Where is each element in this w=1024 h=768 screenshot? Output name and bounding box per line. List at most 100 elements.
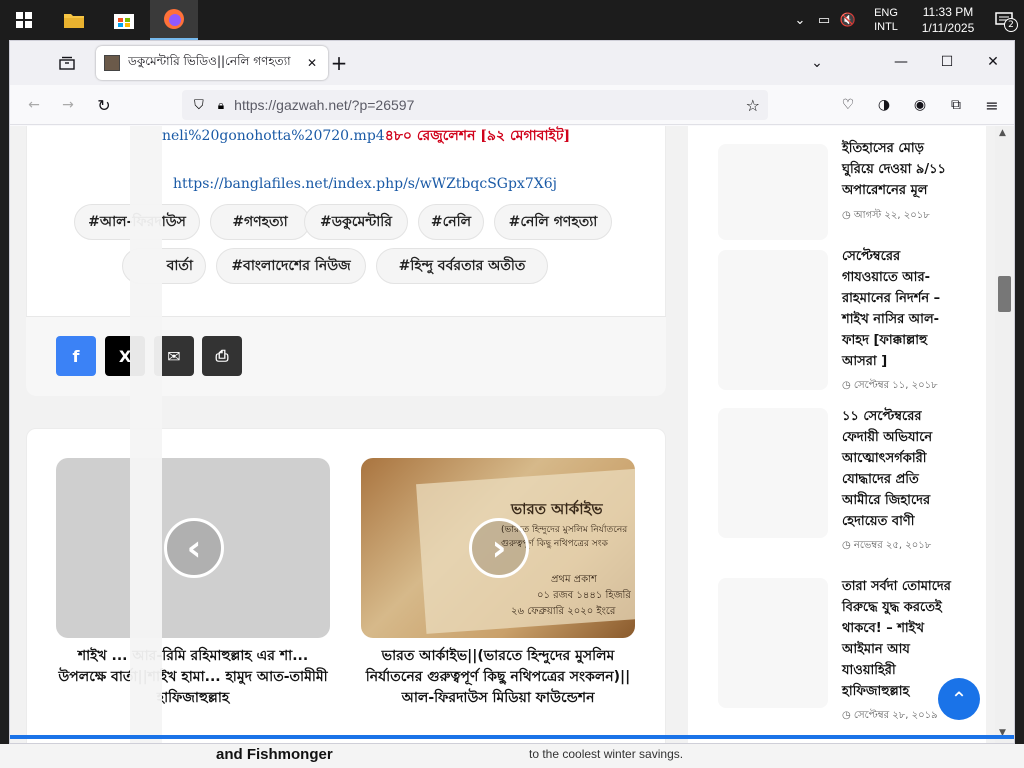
store-icon [114, 14, 134, 29]
alt-download-link[interactable]: https://banglafiles.net/index.php/s/wWZt… [173, 176, 557, 192]
arrow-left-icon: ← [28, 97, 40, 113]
date-text: সেপ্টেম্বর ১১, ২০১৮ [853, 380, 938, 391]
tag[interactable]: #ডকুমেন্টারি [304, 204, 408, 240]
chevron-right-icon: › [491, 527, 507, 569]
puzzle-icon: ⧉ [951, 97, 961, 113]
download-line: neli%20gonohotta%20720.mp4৪৮০ রেজুলেশন [… [162, 126, 570, 148]
carousel-prev-button[interactable]: ‹ [164, 518, 224, 578]
notification-center-button[interactable]: 2 [984, 0, 1024, 40]
tab-title: ডকুমেন্টারি ভিডিও||নেলি গণহত্যা [128, 54, 291, 68]
print-button[interactable]: ⎙ [202, 336, 242, 376]
download-note: ৪৮০ রেজুলেশন [৯২ মেগাবাইট] [384, 128, 571, 144]
navigation-toolbar: ← → ↻ ⛉ 🔒︎ https://gazwah.net/?p=26597 ☆… [10, 85, 1014, 125]
reload-icon: ↻ [97, 95, 111, 115]
background-text: to the coolest winter savings. [529, 747, 684, 761]
background-text: and Fishmonger [216, 746, 333, 763]
sidebar-thumbnail[interactable] [718, 408, 828, 538]
sidebar-post-title[interactable]: ইতিহাসের মোড় ঘুরিয়ে দেওয়া ৯/১১ অপারেশ… [842, 138, 960, 201]
tab-bar: ডকুমেন্টারি ভিডিও||নেলি গণহত্যা ✕ + ⌄ — … [10, 41, 1014, 85]
new-tab-button[interactable]: + [328, 51, 350, 75]
back-button[interactable]: ← [24, 95, 44, 115]
store-button[interactable] [100, 0, 148, 40]
back-to-top-button[interactable]: ⌃ [938, 678, 980, 720]
date-text: সেপ্টেম্বর ২৮, ২০১৯ [853, 710, 938, 721]
sidebar: ইতিহাসের মোড় ঘুরিয়ে দেওয়া ৯/১১ অপারেশ… [688, 126, 986, 743]
date-text: আগস্ট ২২, ২০১৮ [853, 210, 930, 221]
account-button[interactable]: ◉ [910, 95, 930, 115]
extension-button[interactable]: ◑ [874, 95, 894, 115]
sidebar-post-date: ◷ সেপ্টেম্বর ২৮, ২০১৯ [842, 710, 938, 721]
network-icon[interactable]: ▭ [812, 0, 836, 40]
chevron-up-icon: ⌃ [950, 687, 968, 711]
favicon-icon [104, 55, 120, 71]
image-text: প্রথম প্রকাশ [551, 574, 597, 585]
hamburger-icon: ≡ [985, 95, 999, 115]
scroll-up-icon[interactable]: ▲ [999, 128, 1006, 138]
address-bar[interactable]: ⛉ 🔒︎ https://gazwah.net/?p=26597 ☆ [182, 90, 768, 120]
sidebar-thumbnail[interactable] [718, 578, 828, 708]
close-tab-icon[interactable]: ✕ [304, 56, 320, 70]
tag[interactable]: #নেলি গণহত্যা [494, 204, 612, 240]
folder-icon [64, 14, 84, 28]
image-text: ২৬ ফেব্রুয়ারি ২০২০ ইংরে [511, 606, 616, 617]
windows-taskbar: ⌄ ▭ 🔇 ENG INTL 11:33 PM 1/11/2025 2 [0, 0, 1024, 40]
account-icon: ◉ [913, 97, 927, 113]
arrow-right-icon: → [62, 97, 74, 113]
image-text: ০১ রজব ১৪৪১ হিজরি [537, 590, 631, 601]
language-indicator[interactable]: ENG INTL [866, 6, 906, 34]
lock-icon[interactable]: 🔒︎ [218, 98, 224, 113]
facebook-icon: f [72, 346, 80, 366]
tab-active[interactable]: ডকুমেন্টারি ভিডিও||নেলি গণহত্যা ✕ [96, 46, 328, 80]
language-line: INTL [874, 21, 898, 33]
sidebar-post-title[interactable]: ১১ সেপ্টেম্বরের ফেদায়ী অভিযানে আত্মোৎসর… [842, 406, 960, 532]
email-icon: ✉ [167, 346, 181, 366]
tag[interactable]: #গণহত্যা [210, 204, 310, 240]
image-text: ভারত আর্কাইভ [511, 500, 603, 518]
bookmark-star-icon[interactable]: ☆ [746, 96, 760, 115]
carousel-next-button[interactable]: › [469, 518, 529, 578]
related-post-title[interactable]: ভারত আর্কাইভ||(ভারতে হিন্দুদের মুসলিম নি… [361, 646, 635, 709]
facebook-share-button[interactable]: f [56, 336, 96, 376]
tab-overview-button[interactable] [56, 53, 78, 73]
pocket-button[interactable]: ♡ [838, 95, 858, 115]
tag[interactable]: #বাংলাদেশের নিউজ [216, 248, 366, 284]
start-button[interactable] [0, 0, 48, 40]
list-all-tabs-button[interactable]: ⌄ [807, 53, 827, 73]
forward-button[interactable]: → [58, 95, 78, 115]
tag[interactable]: #হিন্দু বর্বরতার অতীত [376, 248, 548, 284]
firefox-window: ডকুমেন্টারি ভিডিও||নেলি গণহত্যা ✕ + ⌄ — … [9, 40, 1015, 744]
notification-badge: 2 [1004, 18, 1018, 32]
sidebar-post-title[interactable]: সেপ্টেম্বরের গাযওয়াতে আর-রাহমানের নিদর্… [842, 246, 960, 372]
plus-icon: + [330, 51, 348, 75]
menu-button[interactable]: ≡ [982, 95, 1002, 115]
sidebar-post-date: ◷ সেপ্টেম্বর ১১, ২০১৮ [842, 380, 938, 391]
close-window-button[interactable]: ✕ [982, 51, 1004, 73]
sidebar-thumbnail[interactable] [718, 250, 828, 390]
maximize-button[interactable]: ☐ [936, 51, 958, 73]
sidebar-thumbnail[interactable] [718, 144, 828, 240]
reload-button[interactable]: ↻ [94, 95, 114, 115]
download-link[interactable]: neli%20gonohotta%20720.mp4 [162, 128, 385, 144]
language-line: ENG [874, 7, 898, 19]
scrollbar-thumb[interactable] [998, 276, 1011, 312]
volume-muted-icon[interactable]: 🔇 [836, 0, 860, 40]
maximize-icon: ☐ [940, 54, 954, 70]
minimize-button[interactable]: — [890, 51, 912, 73]
related-post-title[interactable]: শাইখ ... আর-রিমি রহিমাহুল্লাহ এর শা... উ… [56, 646, 330, 709]
extensions-button[interactable]: ⧉ [946, 95, 966, 115]
extension-circle-icon: ◑ [877, 97, 891, 113]
page-progress-bar [10, 735, 1014, 739]
clock-time: 11:33 PM [922, 5, 974, 19]
print-icon: ⎙ [215, 346, 229, 365]
tag[interactable]: #নেলি [418, 204, 484, 240]
page-scrollbar[interactable]: ▲ ▼ [995, 126, 1014, 743]
shield-icon[interactable]: ⛉ [194, 98, 204, 113]
system-tray: ⌄ ▭ 🔇 ENG INTL 11:33 PM 1/11/2025 2 [788, 0, 1024, 40]
clock[interactable]: 11:33 PM 1/11/2025 [912, 4, 984, 36]
file-explorer-button[interactable] [50, 0, 98, 40]
url-text[interactable]: https://gazwah.net/?p=26597 [234, 97, 414, 113]
chevron-up-icon[interactable]: ⌄ [788, 0, 812, 40]
firefox-taskbar-button[interactable] [150, 0, 198, 40]
windows-icon [16, 12, 32, 28]
sidebar-post-title[interactable]: তারা সর্বদা তোমাদের বিরুদ্ধে যুদ্ধ করতেই… [842, 576, 960, 702]
